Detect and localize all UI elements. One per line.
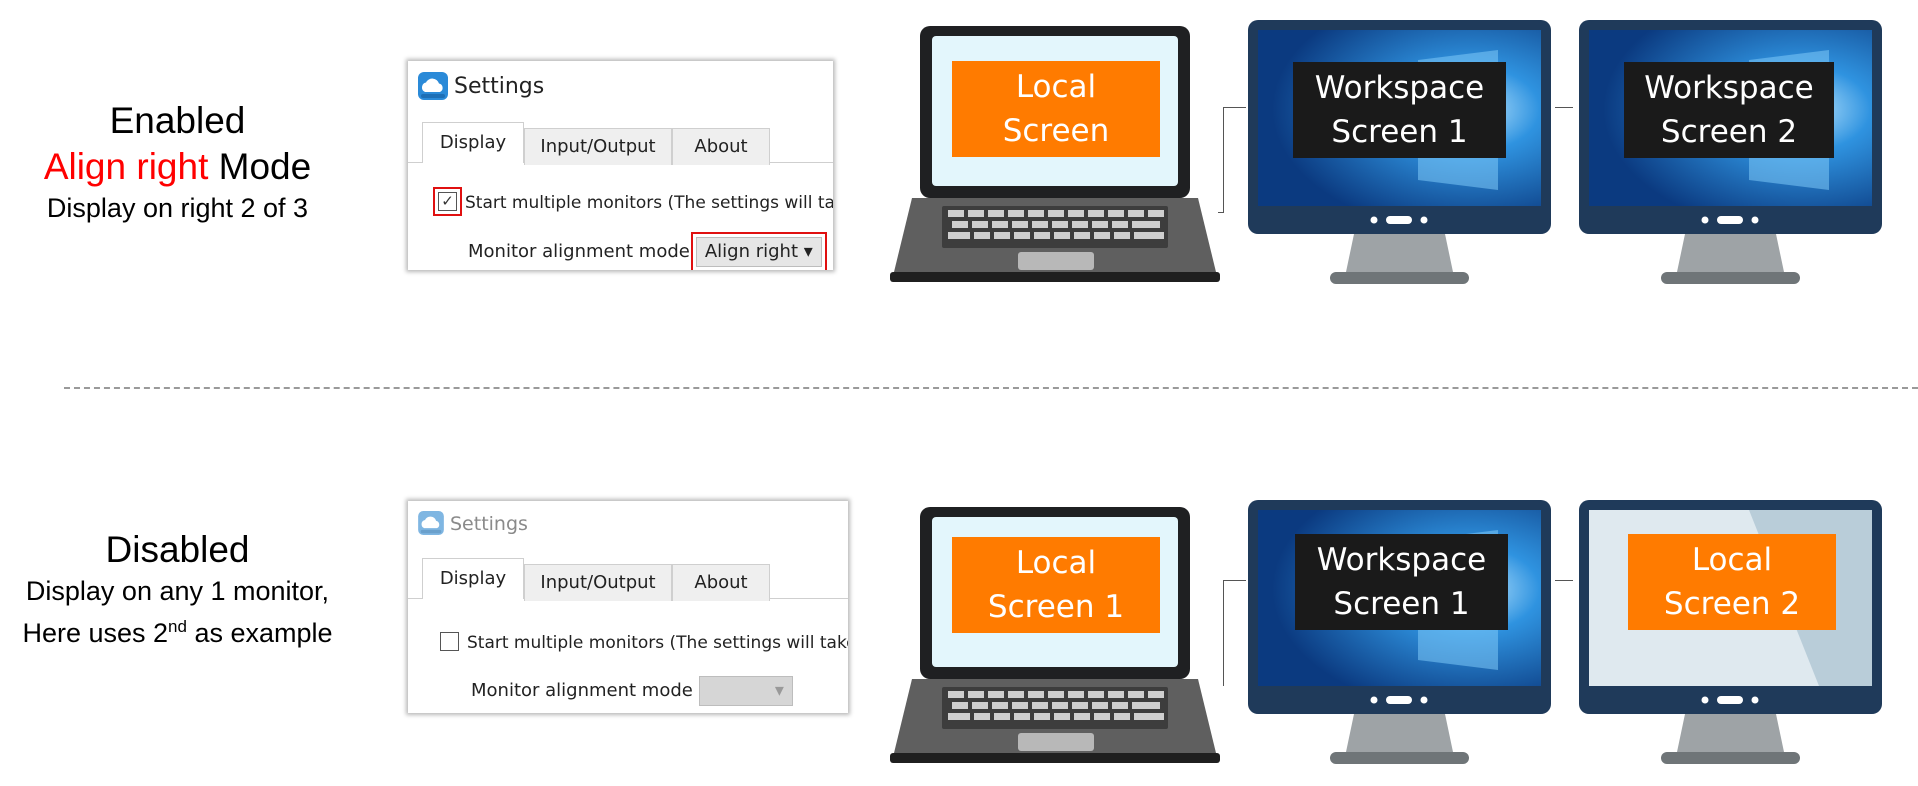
workspace-monitor-1: Workspace Screen 1: [1248, 20, 1551, 286]
laptop-local: Local Screen: [890, 22, 1220, 284]
workspace-screen-2-label: Workspace Screen 2: [1624, 62, 1834, 158]
connector-line: [1223, 107, 1246, 213]
alignment-label: Monitor alignment mode: [471, 680, 693, 701]
section-divider: [64, 387, 1918, 389]
caption-mode-rest: Mode: [208, 146, 312, 187]
connector-line: [1555, 107, 1573, 108]
workspace-screen-1-label: Workspace Screen 1: [1293, 62, 1506, 158]
settings-window-enabled: Settings Display Input/Output About ✓ Sta…: [408, 61, 833, 270]
alignment-label: Monitor alignment mode: [468, 241, 690, 262]
caption-mode: Align right Mode: [0, 144, 355, 190]
start-multiple-monitors-checkbox[interactable]: [440, 631, 459, 651]
start-multiple-monitors-row: Start multiple monitors (The settings wi…: [440, 631, 848, 653]
label-line-2: Screen 1: [1333, 586, 1470, 622]
settings-window-disabled: Settings Display Input/Output About Star…: [408, 501, 848, 713]
monitor-alignment-row: Monitor alignment mode ▾: [471, 676, 793, 706]
label-line-2: Screen 2: [1660, 114, 1798, 150]
label-line-1: Local: [1015, 545, 1097, 581]
alignment-mode-dropdown[interactable]: Align right ▾: [690, 232, 827, 270]
label-line-1: Local: [1015, 69, 1097, 105]
label-line-2: Screen 1: [987, 589, 1125, 625]
label-line-2: Screen: [1002, 113, 1110, 149]
caption-description: Display on right 2 of 3: [46, 193, 309, 223]
label-line-1: Local: [1691, 542, 1773, 578]
tab-display[interactable]: Display: [422, 122, 524, 163]
laptop-local: Local Screen 1: [890, 503, 1220, 765]
local-screen-2-label: Local Screen 2: [1628, 534, 1836, 630]
caption-enabled: Enabled Align right Mode Display on righ…: [0, 98, 355, 226]
connector-line: [1555, 580, 1573, 581]
chevron-down-icon: ▾: [774, 680, 784, 701]
tab-about[interactable]: About: [672, 564, 770, 601]
title-bar: Settings: [408, 501, 848, 551]
cloud-app-icon: [418, 511, 444, 539]
monitor-alignment-row: Monitor alignment mode Align right ▾: [468, 232, 827, 270]
label-line-1: Workspace: [1314, 70, 1485, 106]
tab-display[interactable]: Display: [422, 558, 524, 599]
connector-line: [1223, 580, 1246, 686]
local-screen-1-label: Local Screen 1: [952, 537, 1160, 633]
local-monitor-2: Local Screen 2: [1579, 500, 1882, 766]
title-bar: Settings: [408, 61, 833, 111]
tab-about[interactable]: About: [672, 128, 770, 165]
label-line-1: Workspace: [1316, 542, 1487, 578]
alignment-mode-dropdown[interactable]: ▾: [698, 676, 793, 706]
caption-disabled: Disabled Display on any 1 monitor, Here …: [0, 527, 355, 651]
caption-text-a: Here uses 2: [22, 618, 169, 648]
start-multiple-monitors-row: ✓ Start multiple monitors (The settings w…: [433, 186, 833, 216]
start-multiple-monitors-checkbox[interactable]: ✓: [433, 186, 462, 216]
label-line-2: Screen 1: [1331, 114, 1468, 150]
caption-description-line-1: Display on any 1 monitor,: [25, 576, 330, 606]
alignment-value: Align right: [704, 241, 799, 262]
workspace-screen-1-label: Workspace Screen 1: [1295, 534, 1508, 630]
caption-title: Disabled: [105, 529, 250, 570]
caption-description-line-2: Here uses 2nd as example: [0, 609, 355, 651]
label-line-1: Workspace: [1644, 70, 1814, 106]
caption-text-b: as example: [186, 618, 333, 648]
checkbox-label: Start multiple monitors (The settings wi…: [465, 193, 833, 213]
window-title: Settings: [450, 513, 528, 535]
caption-superscript: nd: [168, 617, 187, 636]
cloud-app-icon: [418, 72, 448, 104]
tab-input-output[interactable]: Input/Output: [524, 128, 672, 165]
local-screen-label: Local Screen: [952, 61, 1160, 157]
caption-mode-highlight: Align right: [43, 146, 209, 187]
workspace-monitor-2: Workspace Screen 2: [1579, 20, 1882, 286]
chevron-down-icon: ▾: [803, 241, 813, 262]
label-line-2: Screen 2: [1663, 586, 1801, 622]
caption-title: Enabled: [109, 100, 246, 141]
workspace-monitor-1: Workspace Screen 1: [1248, 500, 1551, 766]
tab-input-output[interactable]: Input/Output: [524, 564, 672, 601]
checkbox-label: Start multiple monitors (The settings wi…: [467, 633, 848, 653]
window-title: Settings: [454, 74, 545, 99]
